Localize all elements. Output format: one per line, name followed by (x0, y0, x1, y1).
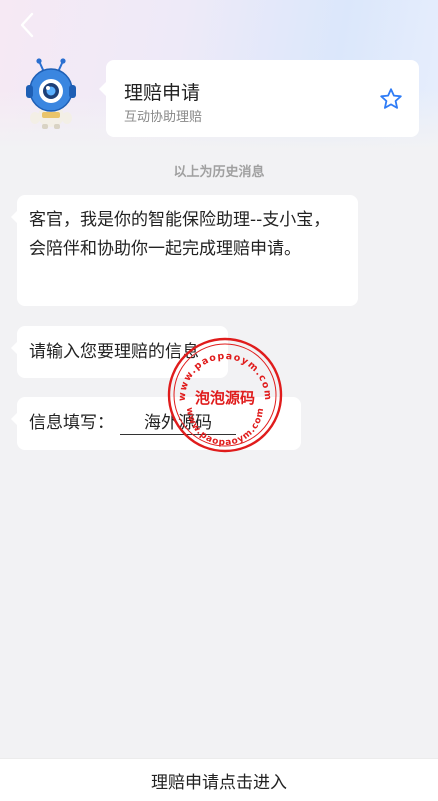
assistant-message-bubble: 请输入您要理赔的信息 (11, 326, 228, 378)
history-divider-label: 以上为历史消息 (173, 165, 265, 180)
assistant-message-bubble: 客官，我是你的智能保险助理--支小宝，会陪伴和协助你一起完成理赔申请。 (11, 195, 358, 306)
info-input-field[interactable]: 海外源码 (120, 412, 236, 435)
card-subtitle: 互动协助理赔 (124, 110, 203, 125)
claim-entry-label: 理赔申请点击进入 (151, 772, 287, 793)
info-field-label: 信息填写： (29, 413, 114, 433)
assistant-avatar (22, 58, 80, 130)
star-outline-icon (380, 88, 402, 109)
favorite-button[interactable] (379, 87, 403, 111)
message-text: 请输入您要理赔的信息 (29, 342, 199, 362)
claim-entry-button[interactable]: 理赔申请点击进入 (0, 758, 438, 801)
card-title: 理赔申请 (124, 82, 201, 104)
message-text: 客官，我是你的智能保险助理--支小宝，会陪伴和协助你一起完成理赔申请。 (29, 210, 331, 259)
claim-service-card[interactable]: 理赔申请 互动协助理赔 (99, 60, 419, 137)
chevron-left-icon (20, 12, 34, 38)
back-button[interactable] (14, 10, 40, 40)
info-input-bubble: 信息填写： 海外源码 (11, 397, 301, 450)
